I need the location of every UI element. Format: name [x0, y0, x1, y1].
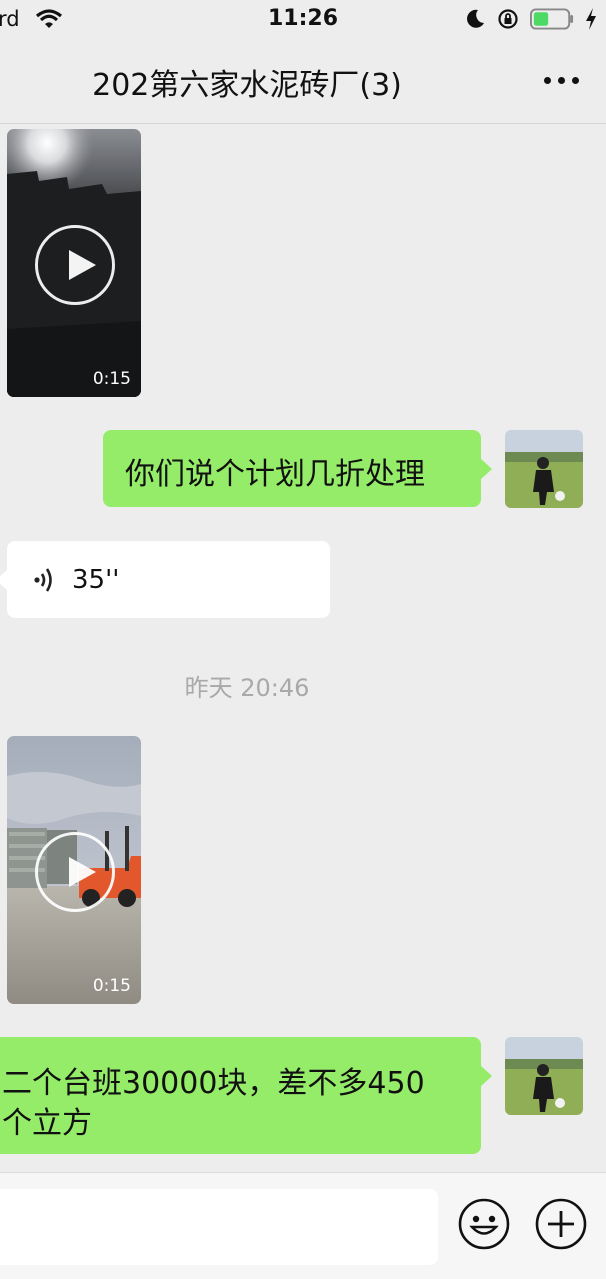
- play-button[interactable]: [35, 225, 115, 305]
- more-options-button[interactable]: [542, 66, 582, 94]
- emoji-icon: [458, 1198, 510, 1250]
- voice-duration: 35'': [72, 565, 120, 595]
- message-input[interactable]: [0, 1189, 438, 1265]
- message-text-line-2: 个立方: [2, 1106, 92, 1141]
- play-icon: [69, 250, 96, 280]
- voice-message-bubble[interactable]: 35'': [0, 541, 330, 618]
- message-timestamp: 昨天 20:46: [184, 674, 310, 702]
- status-bar: rd 11:26: [0, 0, 606, 40]
- moon-icon: [467, 9, 484, 28]
- rotation-lock-icon: [498, 9, 518, 29]
- message-text: 你们说个计划几折处理: [125, 457, 425, 492]
- more-dots-icon: [544, 77, 551, 84]
- sent-message-bubble[interactable]: 你们说个计划几折处理: [103, 430, 492, 507]
- avatar[interactable]: [505, 1037, 583, 1115]
- emoji-button[interactable]: [458, 1198, 510, 1250]
- plus-icon: [535, 1198, 587, 1250]
- plus-button[interactable]: [535, 1198, 587, 1250]
- video-duration: 0:15: [92, 369, 131, 389]
- video-message[interactable]: 0:15: [7, 736, 141, 1004]
- video-duration: 0:15: [92, 976, 131, 996]
- battery-icon: [530, 8, 574, 30]
- charging-bolt-icon: [586, 8, 596, 30]
- video-message[interactable]: 0:15: [7, 129, 141, 397]
- sent-message-bubble[interactable]: 二个台班30000块，差不多450 个立方: [0, 1037, 492, 1154]
- chat-title: 202第六家水泥砖厂(3): [92, 68, 402, 103]
- play-button[interactable]: [35, 832, 115, 912]
- message-text-line-1: 二个台班30000块，差不多450: [2, 1066, 425, 1101]
- chat-header: 202第六家水泥砖厂(3): [0, 40, 606, 124]
- avatar-image: [505, 430, 583, 508]
- voice-wave-icon: [34, 568, 52, 592]
- play-icon: [69, 857, 96, 887]
- avatar[interactable]: [505, 430, 583, 508]
- input-bar: [0, 1172, 606, 1279]
- avatar-image: [505, 1037, 583, 1115]
